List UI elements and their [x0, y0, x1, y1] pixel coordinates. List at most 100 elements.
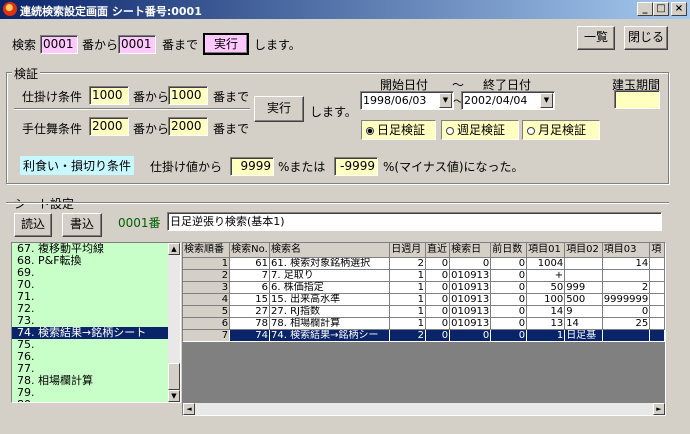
column-header[interactable]: 検索順番	[183, 243, 231, 258]
load-button[interactable]: 読込	[14, 213, 52, 237]
list-item[interactable]: 68. P&F転換	[12, 255, 180, 267]
column-header[interactable]: 日週月	[389, 243, 426, 258]
list-item[interactable]: 74. 検索結果→銘柄シート	[12, 327, 180, 339]
table-cell[interactable]: 0	[425, 305, 451, 318]
start-date-combo[interactable]: 1998/06/03 ▼	[360, 91, 454, 110]
holding-period-input[interactable]	[614, 90, 660, 109]
search-list[interactable]: 67. 複移動平均線 68. P&F転換 69. 70. 71. 72. 73. 74. 検索…	[11, 242, 181, 403]
table-cell[interactable]: 15	[229, 293, 270, 306]
table-cell[interactable]: 0	[490, 269, 528, 282]
table-row[interactable]: 1 61 61. 検索対象銘柄選択 2 0 0 0 1004 14	[183, 257, 665, 270]
table-cell[interactable]: 0	[425, 317, 451, 330]
entry-to-input[interactable]: 1000	[168, 86, 208, 105]
column-header[interactable]: 前日数	[490, 243, 528, 258]
radio-daily[interactable]: 日足検証	[361, 120, 436, 140]
table-cell[interactable]: 0	[490, 257, 528, 270]
table-cell[interactable]: 78. 相場欄計算	[269, 317, 391, 330]
radio-weekly[interactable]: 週足検証	[441, 120, 519, 140]
table-cell[interactable]: 0	[490, 281, 528, 294]
table-cell[interactable]: 15. 出来高水準	[269, 293, 391, 306]
close-button[interactable]: 閉じる	[624, 26, 668, 50]
table-cell[interactable]: +	[526, 269, 566, 282]
table-cell[interactable]: 61. 検索対象銘柄選択	[269, 257, 391, 270]
table-cell[interactable]: 9999999	[602, 293, 651, 306]
table-cell[interactable]: 25	[602, 317, 651, 330]
table-cell[interactable]: 5	[183, 305, 231, 318]
table-cell[interactable]: 0	[490, 305, 528, 318]
entry-from-input[interactable]: 1000	[89, 86, 129, 105]
list-item[interactable]: 69.	[12, 267, 180, 279]
table-cell[interactable]: 1	[389, 305, 426, 318]
loss-input[interactable]: -9999	[334, 157, 378, 176]
column-header[interactable]: 項目02	[564, 243, 603, 258]
table-cell[interactable]: 14	[602, 257, 651, 270]
column-header[interactable]: 検索日	[449, 243, 492, 258]
scroll-up-icon[interactable]: ▲	[168, 243, 180, 255]
list-item[interactable]: 70.	[12, 279, 180, 291]
scroll-left-icon[interactable]: ◄	[183, 403, 195, 415]
list-item[interactable]: 72.	[12, 303, 180, 315]
table-cell[interactable]	[649, 305, 665, 318]
search-to-input[interactable]: 0001	[118, 35, 156, 54]
sheet-name-input[interactable]: 日足逆張り検索(基本1)	[167, 212, 662, 231]
table-cell[interactable]: 1	[389, 317, 426, 330]
table-cell[interactable]: 27. RJ指数	[269, 305, 391, 318]
table-cell[interactable]: 1	[183, 257, 231, 270]
table-cell[interactable]: 74	[229, 329, 270, 342]
table-cell[interactable]: 27	[229, 305, 270, 318]
scroll-down-icon[interactable]: ▼	[168, 390, 180, 402]
table-cell[interactable]: 78	[229, 317, 270, 330]
end-date-combo[interactable]: 2002/04/04 ▼	[461, 91, 555, 110]
table-cell[interactable]: 61	[229, 257, 270, 270]
table-cell[interactable]: 6. 株価指定	[269, 281, 391, 294]
table-cell[interactable]: 0	[425, 257, 451, 270]
minimize-button[interactable]: _	[637, 2, 653, 16]
table-cell[interactable]: 3	[183, 281, 231, 294]
list-item[interactable]: 80.	[12, 399, 180, 403]
list-button[interactable]: 一覧	[577, 26, 615, 50]
scroll-right-icon[interactable]: ►	[653, 403, 665, 415]
table-cell[interactable]: 日足基	[564, 329, 603, 342]
column-header[interactable]: 検索No.	[229, 243, 270, 258]
table-cell[interactable]: 999	[564, 281, 603, 294]
table-cell[interactable]: 2	[602, 281, 651, 294]
table-cell[interactable]: 0	[425, 269, 451, 282]
table-cell[interactable]: 9	[564, 305, 603, 318]
table-cell[interactable]: 010913	[449, 305, 492, 318]
table-cell[interactable]: 2	[183, 269, 231, 282]
column-header[interactable]: 項目01	[526, 243, 566, 258]
table-cell[interactable]	[602, 269, 651, 282]
table-cell[interactable]: 0	[425, 329, 451, 342]
grid-hscrollbar[interactable]: ◄ ►	[183, 403, 665, 415]
table-cell[interactable]: 4	[183, 293, 231, 306]
table-cell[interactable]: 1004	[526, 257, 566, 270]
table-cell[interactable]	[602, 329, 651, 342]
table-cell[interactable]: 0	[490, 317, 528, 330]
column-header[interactable]: 検索名	[269, 243, 391, 258]
table-cell[interactable]: 0	[425, 281, 451, 294]
table-cell[interactable]: 0	[490, 329, 528, 342]
table-cell[interactable]: 6	[183, 317, 231, 330]
table-cell[interactable]: 1	[389, 293, 426, 306]
column-header[interactable]: 項	[649, 243, 665, 258]
search-grid[interactable]: 検索順番 検索No. 検索名 日週月 直近 検索日 前日数 項目01 項目02 項目03 項 1 61…	[182, 242, 666, 416]
table-cell[interactable]	[649, 257, 665, 270]
table-cell[interactable]: 1	[526, 329, 566, 342]
verify-run-button[interactable]: 実行	[254, 96, 304, 122]
chevron-down-icon[interactable]: ▼	[540, 93, 553, 108]
top-run-button[interactable]: 実行	[203, 33, 249, 55]
table-cell[interactable]	[649, 269, 665, 282]
table-cell[interactable]: 0	[602, 305, 651, 318]
table-row[interactable]: 6 78 78. 相場欄計算 1 0 010913 0 13 14 25	[183, 317, 665, 330]
table-cell[interactable]: 7	[183, 329, 231, 342]
radio-monthly[interactable]: 月足検証	[522, 120, 600, 140]
table-row[interactable]: 7 74 74. 検索結果→銘柄シー 2 0 0 0 1 日足基	[183, 329, 665, 342]
table-cell[interactable]: 010913	[449, 293, 492, 306]
table-cell[interactable]: 0	[425, 293, 451, 306]
table-cell[interactable]: 13	[526, 317, 566, 330]
search-from-input[interactable]: 0001	[40, 35, 78, 54]
list-item[interactable]: 76.	[12, 351, 180, 363]
table-row[interactable]: 4 15 15. 出来高水準 1 0 010913 0 100 500 9999999	[183, 293, 665, 306]
table-row[interactable]: 5 27 27. RJ指数 1 0 010913 0 14 9 0	[183, 305, 665, 318]
table-cell[interactable]	[649, 281, 665, 294]
